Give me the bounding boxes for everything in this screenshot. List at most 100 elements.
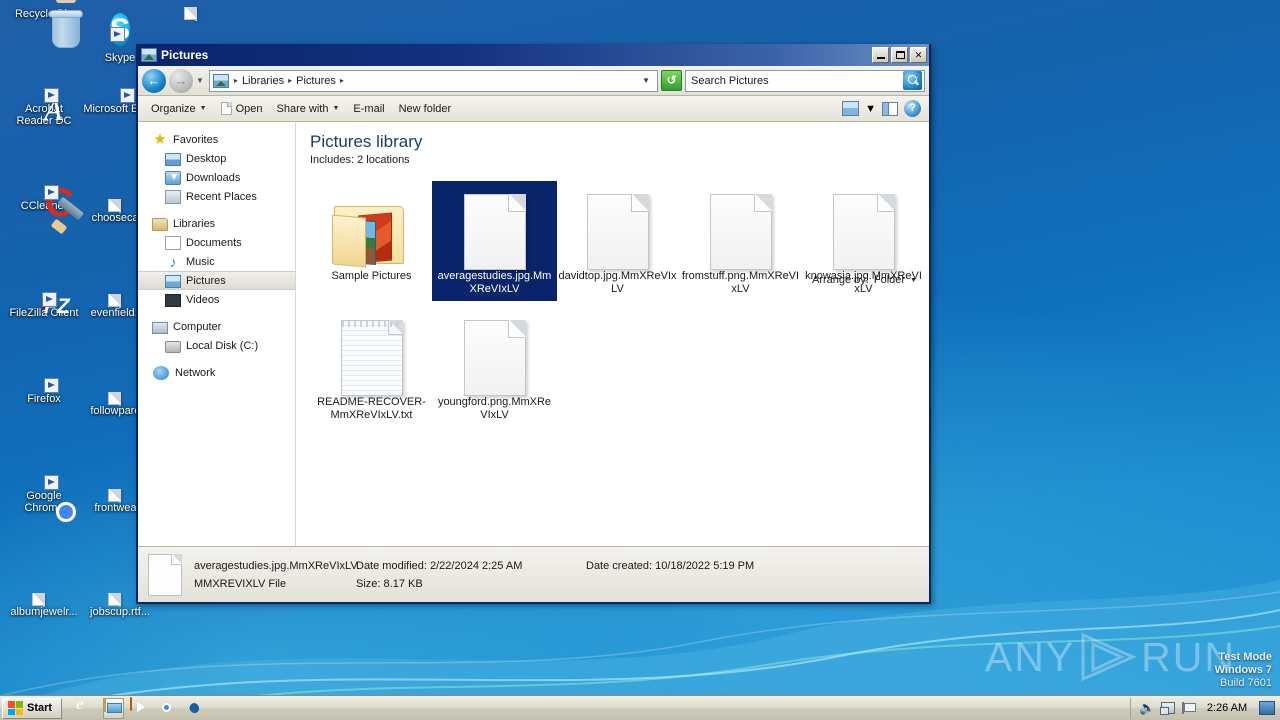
chevron-down-icon[interactable]: ▼ — [910, 277, 917, 284]
explorer-window[interactable]: Pictures ✕ ← → ▼ ▸ Libraries ▸ Pictures … — [136, 44, 931, 604]
view-dropdown-icon[interactable]: ▼ — [865, 103, 876, 115]
music-library-icon: ♪ — [169, 253, 177, 270]
sidebar-item-recent-places[interactable]: Recent Places — [138, 187, 295, 206]
file-item-label: Sample Pictures — [331, 270, 412, 282]
share-with-button[interactable]: Share with ▼ — [270, 100, 347, 118]
search-input[interactable]: Search Pictures — [685, 69, 925, 92]
command-toolbar[interactable]: Organize ▼ Open Share with ▼ E-mail New … — [138, 96, 929, 122]
file-item[interactable]: Sample Pictures — [310, 182, 433, 300]
sidebar-item-local-disk-c[interactable]: Local Disk (C:) — [138, 336, 295, 355]
taskbar[interactable]: Start 🔈 2:26 AM — [0, 695, 1280, 720]
taskbar-windows-media-player-icon[interactable] — [130, 696, 151, 719]
breadcrumb-sep-2[interactable]: ▸ — [336, 76, 348, 85]
address-bar[interactable]: ← → ▼ ▸ Libraries ▸ Pictures ▸ ▼ ↺ Searc… — [138, 66, 929, 96]
close-button[interactable]: ✕ — [910, 47, 927, 63]
sidebar-item-label: Videos — [186, 293, 220, 306]
taskbar-windows-explorer-icon[interactable] — [103, 697, 125, 719]
email-button[interactable]: E-mail — [346, 100, 391, 118]
open-file-icon — [220, 102, 232, 115]
minimize-button[interactable] — [872, 47, 889, 63]
taskbar-internet-explorer-icon[interactable] — [76, 698, 97, 719]
window-titlebar[interactable]: Pictures ✕ — [138, 44, 929, 66]
system-tray[interactable]: 🔈 2:26 AM — [1130, 697, 1280, 719]
network-icon — [153, 365, 169, 380]
generic-file-icon — [435, 186, 554, 270]
shortcut-overlay-icon — [42, 292, 57, 307]
computer-icon — [152, 321, 168, 334]
windows-media-player-icon — [130, 696, 133, 711]
file-glyph — [119, 199, 121, 213]
share-with-label: Share with — [276, 102, 329, 115]
history-dropdown-icon[interactable]: ▼ — [196, 76, 204, 85]
sidebar-item-music[interactable]: ♪ Music — [138, 252, 295, 271]
show-desktop-icon[interactable] — [1259, 701, 1275, 715]
details-modified-label: Date modified: — [356, 559, 427, 572]
nav-group-favorites: ★ Favorites Desktop Downloads Recent Places — [138, 130, 295, 206]
desktop-icon-acrobat-reader-dc[interactable]: Acrobat Reader DC — [6, 88, 82, 127]
file-item[interactable]: README-RECOVER-MmXReVIxLV.txt — [310, 308, 433, 426]
shortcut-overlay-icon — [44, 378, 59, 393]
file-item[interactable]: youngford.png.MmXReVIxLV — [433, 308, 556, 426]
new-folder-button[interactable]: New folder — [392, 100, 459, 118]
desktop-icon-untitled-14[interactable] — [158, 7, 234, 21]
desktop-icon-ccleaner[interactable]: CCleaner — [6, 185, 84, 235]
pictures-library-icon — [165, 275, 181, 288]
desktop-icon-albumjewelr[interactable]: albumjewelr... — [6, 593, 82, 618]
address-dropdown-icon[interactable]: ▼ — [642, 76, 654, 85]
includes-label: Includes: — [310, 154, 355, 166]
sidebar-item-favorites[interactable]: ★ Favorites — [138, 130, 295, 149]
file-icon — [119, 593, 121, 607]
window-controls[interactable]: ✕ — [872, 47, 927, 63]
file-item[interactable]: fromstuff.png.MmXReVIxLV — [679, 182, 802, 300]
organize-button[interactable]: Organize ▼ — [144, 100, 214, 118]
start-button[interactable]: Start — [2, 697, 63, 719]
maximize-button[interactable] — [891, 47, 908, 63]
desktop[interactable]: Recycle BinSSkypeAcrobat Reader DCMicros… — [0, 0, 1280, 720]
taskbar-microsoft-edge-icon[interactable] — [184, 698, 205, 719]
back-arrow-icon[interactable]: ← — [142, 68, 166, 93]
sidebar-item-libraries[interactable]: Libraries — [138, 214, 295, 233]
desktop-icon-filezilla-client[interactable]: FileZilla Client — [6, 292, 82, 319]
sidebar-item-network[interactable]: Network — [138, 363, 295, 382]
quick-launch-bar[interactable] — [76, 696, 205, 719]
action-center-flag-icon[interactable] — [1182, 702, 1196, 714]
breadcrumb[interactable]: ▸ Libraries ▸ Pictures ▸ ▼ — [208, 69, 658, 92]
help-icon[interactable]: ? — [904, 100, 921, 117]
arrange-by-value[interactable]: Folder — [874, 274, 905, 286]
desktop-icon-google-chrome[interactable]: Google Chrome — [6, 475, 82, 514]
forward-arrow-icon[interactable]: → — [169, 68, 193, 93]
volume-icon[interactable]: 🔈 — [1139, 701, 1155, 715]
pictures-library-icon — [141, 48, 157, 62]
sidebar-item-downloads[interactable]: Downloads — [138, 168, 295, 187]
file-glyph — [43, 593, 45, 607]
navigation-pane[interactable]: ★ Favorites Desktop Downloads Recent Places L… — [138, 122, 296, 546]
arrange-by-control[interactable]: Arrange by: Folder ▼ — [812, 274, 917, 286]
file-grid[interactable]: Sample Pictures averagestudies.jpg.MmXReV… — [296, 166, 929, 434]
refresh-icon[interactable]: ↺ — [661, 70, 682, 91]
preview-pane-icon[interactable] — [882, 101, 898, 116]
open-button[interactable]: Open — [214, 99, 270, 118]
sidebar-item-label: Documents — [186, 236, 242, 249]
file-icon — [195, 7, 197, 21]
sidebar-item-pictures[interactable]: Pictures — [138, 271, 295, 290]
desktop-icon-firefox[interactable]: Firefox — [6, 378, 82, 405]
breadcrumb-sep-1[interactable]: ▸ — [284, 76, 296, 85]
taskbar-clock[interactable]: 2:26 AM — [1202, 702, 1252, 714]
search-icon[interactable] — [903, 71, 922, 90]
network-tray-icon[interactable] — [1160, 702, 1175, 715]
sidebar-item-computer[interactable]: Computer — [138, 317, 295, 336]
breadcrumb-item-pictures[interactable]: Pictures — [296, 75, 336, 87]
details-created-label: Date created: — [586, 559, 653, 572]
sidebar-item-documents[interactable]: Documents — [138, 233, 295, 252]
file-item[interactable]: averagestudies.jpg.MmXReVIxLV — [432, 181, 557, 301]
taskbar-google-chrome-icon[interactable] — [157, 698, 178, 719]
sidebar-item-videos[interactable]: Videos — [138, 290, 295, 309]
file-list-pane[interactable]: Pictures library Includes: 2 locations A… — [296, 122, 929, 546]
toolbar-right-group[interactable]: ▼ ? — [842, 100, 923, 117]
file-item[interactable]: davidtop.jpg.MmXReVIxLV — [556, 182, 679, 300]
change-view-icon[interactable] — [842, 101, 860, 116]
skype-icon: S — [109, 13, 130, 46]
desktop-icon-recycle-bin[interactable]: Recycle Bin — [6, 0, 83, 48]
breadcrumb-item-libraries[interactable]: Libraries — [242, 75, 284, 87]
sidebar-item-desktop[interactable]: Desktop — [138, 149, 295, 168]
